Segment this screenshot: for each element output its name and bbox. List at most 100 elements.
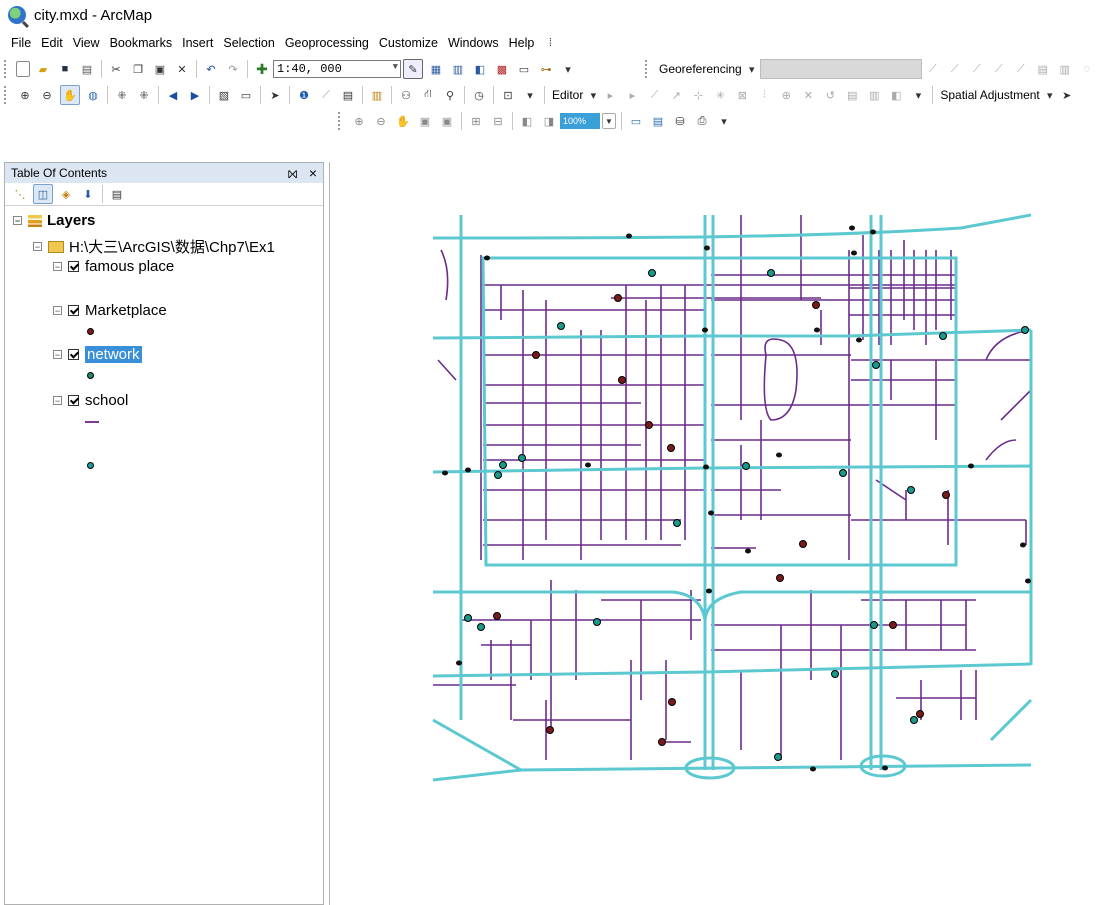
fixed-zoom-out-icon[interactable]: ⁜ <box>135 86 153 104</box>
school-symbol-icon[interactable] <box>87 462 94 469</box>
cut-icon[interactable]: ✂ <box>107 60 125 78</box>
link-table-icon[interactable]: ▤ <box>1034 60 1052 78</box>
go-forward-extent-icon[interactable]: ◨ <box>540 112 558 130</box>
layer-famous-place[interactable]: − famous place <box>53 258 174 275</box>
layers-root[interactable]: − Layers <box>13 212 95 229</box>
map-display[interactable] <box>329 162 1110 905</box>
table-of-contents-icon[interactable]: ▦ <box>427 60 445 78</box>
menu-customize[interactable]: Customize <box>374 36 443 50</box>
collapse-icon[interactable]: − <box>33 242 42 252</box>
clear-selection-icon[interactable]: ▭ <box>237 86 255 104</box>
focus-data-frame-icon[interactable]: ▤ <box>649 112 667 130</box>
collapse-icon[interactable]: − <box>13 216 22 226</box>
pin-icon[interactable]: ⨝ <box>288 167 298 181</box>
zoom-whole-page-icon[interactable]: ▣ <box>416 112 434 130</box>
data-driven-pages-icon[interactable]: ⎙ <box>693 112 711 130</box>
open-folder-icon[interactable]: ▰ <box>34 60 52 78</box>
close-icon[interactable]: × <box>309 165 317 181</box>
redo-icon[interactable]: ↷ <box>224 60 242 78</box>
go-forward-icon[interactable]: ▶ <box>186 86 204 104</box>
fixed-zoom-out-icon[interactable]: ⊟ <box>489 112 507 130</box>
undo-icon[interactable]: ↶ <box>202 60 220 78</box>
menu-bookmarks[interactable]: Bookmarks <box>105 36 178 50</box>
georeferencing-menu-button[interactable]: Georeferencing <box>655 62 746 76</box>
go-to-xy-icon[interactable]: ⚲ <box>441 86 459 104</box>
measure-icon[interactable]: ▥ <box>368 86 386 104</box>
point-tool-icon[interactable]: ⊹ <box>689 86 707 104</box>
save-icon[interactable]: ■ <box>56 60 74 78</box>
toolbar-options-icon[interactable]: ▾ <box>715 112 733 130</box>
georef-tool-icon[interactable]: ◌ <box>1078 60 1096 78</box>
reshape-icon[interactable]: ⫶ <box>755 86 773 104</box>
change-layout-icon[interactable]: ⛁ <box>671 112 689 130</box>
marketplace-symbol-icon[interactable] <box>87 372 94 379</box>
html-popup-icon[interactable]: ⟋ <box>317 86 335 104</box>
select-elements-icon[interactable]: ➤ <box>266 86 284 104</box>
menu-windows[interactable]: Windows <box>443 36 504 50</box>
arctoolbox-icon[interactable]: ▩ <box>493 60 511 78</box>
identify-icon[interactable]: ❶ <box>295 86 313 104</box>
hyperlink-icon[interactable]: ▤ <box>339 86 357 104</box>
list-by-visibility-icon[interactable]: ◈ <box>57 185 75 203</box>
menu-insert[interactable]: Insert <box>177 36 218 50</box>
georef-tool-icon[interactable]: ⟋ <box>946 60 964 78</box>
toggle-draft-mode-icon[interactable]: ▭ <box>627 112 645 130</box>
toolbar-options-icon[interactable]: ▾ <box>559 60 577 78</box>
find-route-icon[interactable]: ⛙ <box>419 86 437 104</box>
menu-file[interactable]: File <box>6 36 36 50</box>
split-icon[interactable]: ✕ <box>799 86 817 104</box>
edit-annotation-icon[interactable]: ▸ <box>623 86 641 104</box>
delete-icon[interactable]: ✕ <box>173 60 191 78</box>
spatial-adjustment-menu-button[interactable]: Spatial Adjustment <box>936 88 1043 102</box>
full-extent-icon[interactable]: ◍ <box>84 86 102 104</box>
georef-tool-icon[interactable]: ▥ <box>1056 60 1074 78</box>
georeference-layer-combo[interactable] <box>759 59 922 79</box>
pan-hand-icon[interactable]: ✋ <box>60 85 80 105</box>
toolbar-grip[interactable] <box>4 60 10 78</box>
add-data-icon[interactable]: ✚ <box>253 60 271 78</box>
select-features-icon[interactable]: ▧ <box>215 86 233 104</box>
python-window-icon[interactable]: ▭ <box>515 60 533 78</box>
georef-tool-icon[interactable]: ⟋ <box>1012 60 1030 78</box>
menu-help[interactable]: Help <box>504 36 540 50</box>
sketch-properties-icon[interactable]: ▥ <box>865 86 883 104</box>
create-viewer-icon[interactable]: ⊡ <box>499 86 517 104</box>
data-source-folder[interactable]: − H:\大三\ArcGIS\数据\Chp7\Ex1 <box>33 236 275 257</box>
zoom-out-icon[interactable]: ⊖ <box>38 86 56 104</box>
edit-tool-icon[interactable]: ▸ <box>601 86 619 104</box>
layer-visibility-checkbox[interactable] <box>68 261 79 272</box>
georef-tool-icon[interactable]: ⟋ <box>968 60 986 78</box>
go-back-extent-icon[interactable]: ◧ <box>518 112 536 130</box>
zoom-percent-combo[interactable]: 100% <box>560 113 600 129</box>
layer-visibility-checkbox[interactable] <box>68 395 79 406</box>
layer-visibility-checkbox[interactable] <box>68 349 79 360</box>
menu-geoprocessing[interactable]: Geoprocessing <box>280 36 374 50</box>
straight-segment-icon[interactable]: ⟋ <box>645 86 663 104</box>
add-control-points-icon[interactable]: ⟋ <box>924 60 942 78</box>
curve-segment-icon[interactable]: ↗ <box>667 86 685 104</box>
menu-edit[interactable]: Edit <box>36 36 68 50</box>
find-binoculars-icon[interactable]: ⚇ <box>397 86 415 104</box>
collapse-icon[interactable]: − <box>53 350 62 360</box>
midpoint-icon[interactable]: ✳ <box>711 86 729 104</box>
list-by-drawing-order-icon[interactable]: ⋱ <box>11 185 29 203</box>
menu-selection[interactable]: Selection <box>218 36 279 50</box>
catalog-icon[interactable]: ▥ <box>449 60 467 78</box>
collapse-icon[interactable]: − <box>53 262 62 272</box>
famous-place-symbol-icon[interactable] <box>87 328 94 335</box>
layer-marketplace[interactable]: − Marketplace <box>53 302 167 319</box>
map-canvas[interactable] <box>330 162 1110 905</box>
create-features-icon[interactable]: ◧ <box>887 86 905 104</box>
menu-view[interactable]: View <box>68 36 105 50</box>
rotate-icon[interactable]: ↺ <box>821 86 839 104</box>
toolbar-options-icon[interactable]: ▾ <box>521 86 539 104</box>
editor-toolbar-icon[interactable]: ✎ <box>403 59 423 79</box>
modelbuilder-icon[interactable]: ⊶ <box>537 60 555 78</box>
print-icon[interactable]: ▤ <box>78 60 96 78</box>
collapse-icon[interactable]: − <box>53 396 62 406</box>
fixed-zoom-in-icon[interactable]: ⁜ <box>113 86 131 104</box>
time-slider-icon[interactable]: ◷ <box>470 86 488 104</box>
network-symbol-icon[interactable] <box>85 421 99 423</box>
zoom-100-icon[interactable]: ▣ <box>438 112 456 130</box>
copy-icon[interactable]: ❐ <box>129 60 147 78</box>
